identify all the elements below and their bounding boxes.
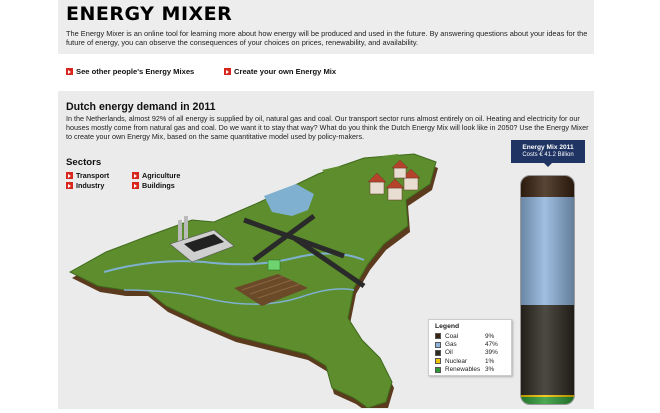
legend-name: Coal [445,332,459,340]
greenhouse [267,259,281,271]
legend-value: 1% [485,357,495,365]
sector-transport[interactable]: Transport [66,171,109,180]
sector-label: Agriculture [142,171,181,180]
legend-value: 39% [485,349,498,357]
sector-agriculture[interactable]: Agriculture [132,171,180,180]
tube-segment-renewables [521,397,574,404]
legend-row-renewables: Renewables 3% [435,366,505,374]
tube-segment-oil [521,304,574,395]
tube-segment-gas [521,196,574,305]
legend-title: Legend [435,323,460,330]
panel-heading: Dutch energy demand in 2011 [66,101,216,113]
create-mix-link[interactable]: Create your own Energy Mix [224,67,336,76]
legend-row-oil: Oil 39% [435,349,505,357]
tube-segment-nuclear [521,394,574,398]
arrow-right-icon [66,182,73,189]
create-mix-label: Create your own Energy Mix [234,67,337,76]
arrow-right-icon [132,182,139,189]
energy-mix-title: Energy Mix 2011 [522,144,574,151]
legend-name: Renewables [445,366,481,374]
legend-name: Gas [445,341,457,349]
sector-industry[interactable]: Industry [66,181,104,190]
legend-swatch [435,341,441,348]
legend-swatch [435,349,441,356]
panel-description: In the Netherlands, almost 92% of all en… [66,114,589,141]
mix-box-pointer [544,163,552,167]
legend-value: 3% [485,366,495,374]
arrow-right-icon [224,68,231,75]
intro-text: The Energy Mixer is an online tool for l… [66,29,588,48]
sector-label: Transport [76,171,110,180]
legend-value: 9% [485,332,495,340]
legend-name: Nuclear [445,357,468,365]
sectors-heading: Sectors [66,157,102,168]
sector-label: Industry [76,181,105,190]
legend-swatch [435,358,441,365]
top-links: See other people's Energy Mixes Create y… [66,67,586,79]
legend-row-coal: Coal 9% [435,332,505,340]
legend: Legend Coal 9% Gas 47% Oil 39% Nuclear 1% Renewa… [428,319,512,376]
app-title: ENERGY MIXER [66,3,233,25]
legend-name: Oil [445,349,453,357]
arrow-right-icon [66,68,73,75]
legend-swatch [435,333,441,340]
see-other-mixes-link[interactable]: See other people's Energy Mixes [66,67,194,76]
sector-label: Buildings [142,181,175,190]
see-other-mixes-label: See other people's Energy Mixes [76,67,195,76]
legend-row-gas: Gas 47% [435,340,505,348]
arrow-right-icon [66,172,73,179]
energy-mix-box: Energy Mix 2011 Costs € 41.2 Billion [511,140,585,163]
sector-buildings[interactable]: Buildings [132,181,175,190]
energy-mix-tube [520,175,575,405]
arrow-right-icon [132,172,139,179]
tube-segment-coal [521,176,574,197]
legend-swatch [435,366,441,373]
legend-row-nuclear: Nuclear 1% [435,357,505,365]
energy-mix-cost: Costs € 41.2 Billion [522,152,574,158]
legend-value: 47% [485,341,498,349]
